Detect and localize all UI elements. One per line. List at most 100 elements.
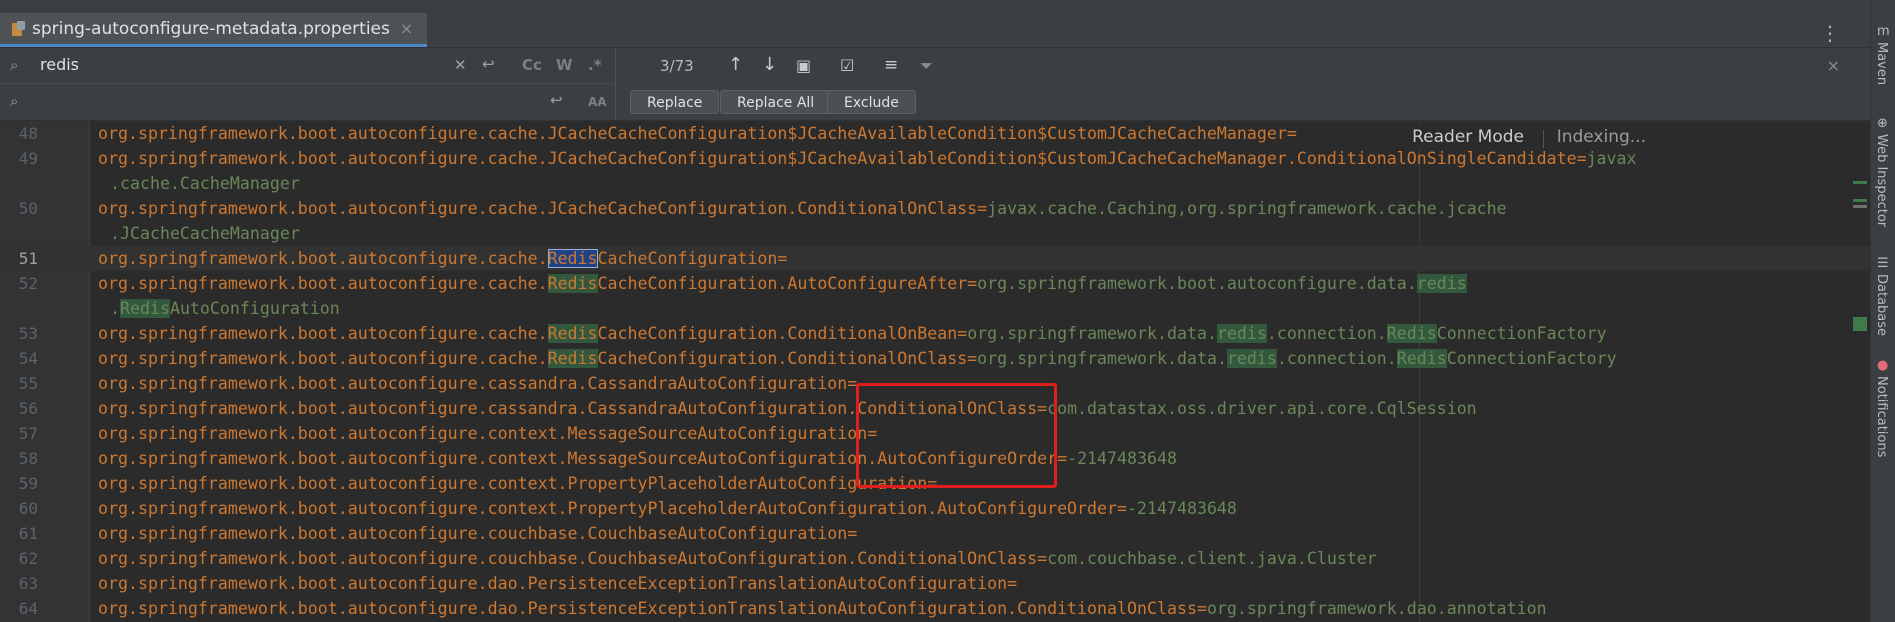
preserve-case-toggle[interactable]: AA [588,95,607,109]
search-match-highlight: redis [1226,349,1277,368]
previous-occurrence-icon[interactable]: ↑ [728,54,743,75]
search-icon[interactable]: ⌕ [10,56,18,74]
search-match-highlight: Redis [547,249,598,268]
next-occurrence-icon[interactable]: ↓ [762,54,777,75]
close-tab-icon[interactable]: × [400,19,413,38]
search-input[interactable]: redis [40,55,79,74]
search-match-highlight: Redis [547,349,598,368]
code-line[interactable]: 63 org.springframework.boot.autoconfigure… [0,571,1870,596]
search-match-highlight: Redis [1396,349,1447,368]
code-token: org.springframework.boot.autoconfigure.c… [98,149,1577,168]
code-token: .connection. [1276,349,1397,368]
replace-button[interactable]: Replace [630,90,720,114]
search-match-highlight: Redis [547,274,598,293]
code-text: org.springframework.boot.autoconfigure.c… [98,321,1607,346]
divider [1543,130,1544,148]
code-token: ConnectionFactory [1436,324,1607,343]
code-token: org.springframework.boot.autoconfigure.c… [98,499,1118,518]
filter-lines-icon[interactable]: ≡ [884,55,898,75]
code-token: javax [1586,149,1637,168]
maven-icon: m [1877,24,1890,39]
code-token: org.springframework.boot.autoconfigure.c… [98,124,1287,143]
code-token: = [1057,449,1068,468]
code-line[interactable]: 54 org.springframework.boot.autoconfigure… [0,346,1870,371]
close-find-icon[interactable]: × [1827,56,1840,75]
code-text: org.springframework.boot.autoconfigure.c… [98,196,1507,221]
code-token: = [1576,149,1587,168]
scroll-marker [1853,205,1867,208]
code-token: com.datastax.oss.driver.api.core.CqlSess… [1047,399,1477,418]
indexing-status: Indexing... [1552,127,1650,147]
replace-all-button[interactable]: Replace All [720,90,832,114]
code-line[interactable]: 60 org.springframework.boot.autoconfigure… [0,496,1870,521]
match-count: 3/73 [660,57,694,75]
search-match-highlight: redis [1216,324,1267,343]
code-token: .cache.CacheManager [110,174,300,193]
line-number: 53 [18,324,38,343]
tab-properties-file[interactable]: spring-autoconfigure-metadata.properties… [0,13,428,47]
code-editor[interactable]: 48 org.springframework.boot.autoconfigure… [0,121,1870,622]
filter-icon[interactable]: ⏷ [920,56,933,76]
code-text: .RedisAutoConfiguration [110,296,340,321]
code-token: -2147483648 [1127,499,1237,518]
replace-row: ⌕ ↩ AA [0,84,616,120]
code-token: org.springframework.boot.autoconfigure.c… [98,524,848,543]
database-panel[interactable]: Database [1874,274,1889,336]
code-line[interactable]: .cache.CacheManager [0,171,1870,196]
code-text: org.springframework.boot.autoconfigure.c… [98,346,1617,371]
code-token: CacheConfiguration.ConditionalOnClass [597,349,968,368]
notifications-icon: ● [1877,358,1889,373]
code-line[interactable]: 49 org.springframework.boot.autoconfigure… [0,146,1870,171]
exclude-button[interactable]: Exclude [827,90,916,114]
code-token: org.springframework.boot.autoconfigure.c… [98,199,978,218]
code-token: CacheConfiguration.AutoConfigureAfter [597,274,968,293]
code-line[interactable]: 64 org.springframework.boot.autoconfigure… [0,596,1870,621]
code-text: .JCacheCacheManager [110,221,300,246]
code-token: org.springframework.boot.autoconfigure.c… [98,424,868,443]
code-token: CacheConfiguration [597,249,778,268]
scroll-marker [1853,199,1867,202]
code-token: org.springframework.boot.autoconfigure.c… [98,374,848,393]
code-line[interactable]: 53 org.springframework.boot.autoconfigure… [0,321,1870,346]
more-tabs-icon[interactable]: ⋮ [1820,21,1840,45]
code-token: org.springframework.boot.autoconfigure.c… [98,274,548,293]
line-number: 58 [18,449,38,468]
replace-search-icon[interactable]: ⌕ [10,92,18,110]
code-token: -2147483648 [1067,449,1177,468]
replace-new-line-icon[interactable]: ↩ [550,91,563,109]
notifications-panel[interactable]: Notifications [1874,376,1889,457]
code-token: org.springframework.dao.annotation [1206,599,1547,618]
in-selection-icon[interactable]: ☑ [840,56,854,75]
clear-search-icon[interactable]: ✕ [454,56,467,74]
code-line[interactable]: 62 org.springframework.boot.autoconfigure… [0,546,1870,571]
code-token: org.springframework.data. [977,349,1227,368]
match-case-toggle[interactable]: Cc [522,56,542,74]
code-token: = [967,349,978,368]
code-line[interactable]: 52 org.springframework.boot.autoconfigure… [0,271,1870,296]
code-line[interactable]: 61 org.springframework.boot.autoconfigure… [0,521,1870,546]
line-number: 49 [18,149,38,168]
code-line[interactable]: .JCacheCacheManager [0,221,1870,246]
code-token: org.springframework.data. [967,324,1217,343]
code-token: AutoConfiguration [169,299,340,318]
words-toggle[interactable]: W [556,56,573,74]
code-line[interactable]: 51 org.springframework.boot.autoconfigure… [0,246,1870,271]
annotation-red-box [856,383,1057,488]
code-token: = [1117,499,1128,518]
reader-mode-button[interactable]: Reader Mode [1406,127,1530,147]
regex-toggle[interactable]: .* [588,56,602,74]
line-number: 63 [18,574,38,593]
select-all-occurrences-icon[interactable]: ▣ [796,56,811,75]
line-number: 50 [18,199,38,218]
code-line[interactable]: 50 org.springframework.boot.autoconfigure… [0,196,1870,221]
maven-panel[interactable]: Maven [1874,42,1889,85]
line-number: 57 [18,424,38,443]
new-line-icon[interactable]: ↩ [482,55,495,73]
web-inspector-panel[interactable]: Web Inspector [1874,134,1889,227]
scrollbar-markers[interactable] [1850,121,1870,622]
line-number: 56 [18,399,38,418]
code-line[interactable]: .RedisAutoConfiguration [0,296,1870,321]
line-number: 61 [18,524,38,543]
code-token: = [957,324,968,343]
code-text: org.springframework.boot.autoconfigure.c… [98,521,857,546]
